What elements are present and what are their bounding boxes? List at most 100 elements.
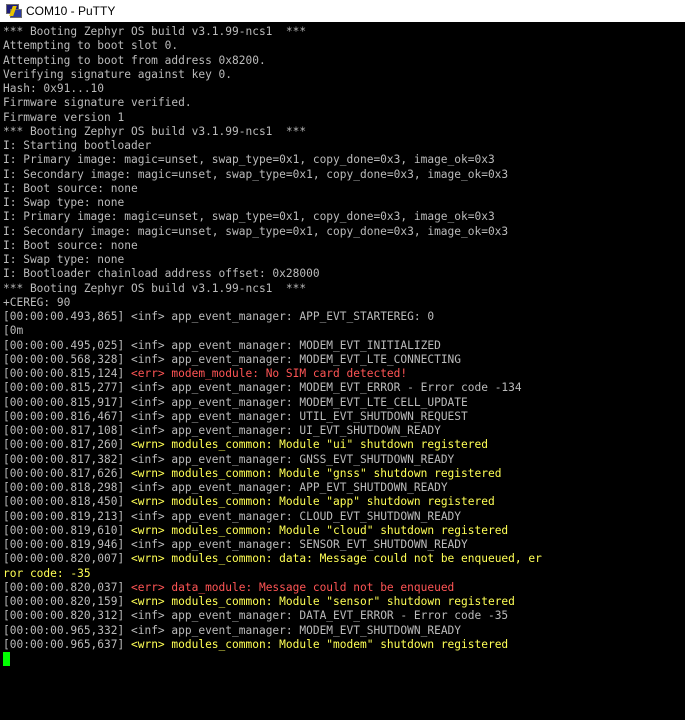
log-timestamp: [00:00:00.493,865] — [3, 310, 131, 323]
terminal-line: +CEREG: 90 — [3, 296, 70, 310]
log-timestamp: [00:00:00.815,917] — [3, 395, 131, 409]
title-bar[interactable]: COM10 - PuTTY — [0, 0, 685, 22]
terminal-line: I: Bootloader chainload address offset: … — [3, 267, 320, 281]
terminal-output[interactable]: *** Booting Zephyr OS build v3.1.99-ncs1… — [0, 22, 685, 720]
terminal-line: Verifying signature against key 0. — [3, 68, 232, 82]
putty-window: COM10 - PuTTY *** Booting Zephyr OS buil… — [0, 0, 685, 720]
log-timestamp: [00:00:00.568,328] — [3, 352, 131, 366]
log-message: *** Booting Zephyr OS build v3.1.99-ncs1… — [3, 124, 307, 138]
log-message: <inf> app_event_manager: MODEM_EVT_LTE_C… — [130, 395, 468, 409]
log-message: <wrn> modules_common: Module "cloud" shu… — [130, 523, 509, 537]
log-timestamp: [00:00:00.817,260] — [3, 438, 131, 452]
log-message: I: Boot source: none — [3, 238, 138, 252]
log-message: I: Boot source: none — [3, 181, 138, 195]
log-message: [0m — [3, 324, 24, 338]
terminal-line: [00:00:00.568,328] <inf> app_event_manag… — [3, 353, 461, 367]
log-message: <wrn> modules_common: Module "ui" shutdo… — [130, 438, 488, 452]
terminal-line: *** Booting Zephyr OS build v3.1.99-ncs1… — [3, 25, 306, 39]
terminal-line: I: Boot source: none — [3, 239, 138, 253]
terminal-line: [00:00:00.817,108] <inf> app_event_manag… — [3, 424, 441, 438]
terminal-line: [00:00:00.820,037] <err> data_module: Me… — [3, 581, 454, 595]
log-timestamp: [00:00:00.820,312] — [3, 609, 131, 623]
log-message: Verifying signature against key 0. — [3, 67, 233, 81]
log-message: <inf> app_event_manager: MODEM_EVT_LTE_C… — [130, 352, 462, 366]
terminal-line: [00:00:00.815,124] <err> modem_module: N… — [3, 367, 407, 381]
log-message: +CEREG: 90 — [3, 295, 71, 309]
terminal-line: [00:00:00.819,610] <wrn> modules_common:… — [3, 524, 508, 538]
log-message: I: Primary image: magic=unset, swap_type… — [3, 153, 495, 167]
terminal-line: *** Booting Zephyr OS build v3.1.99-ncs1… — [3, 125, 306, 139]
log-timestamp: [00:00:00.815,277] — [3, 381, 131, 395]
log-timestamp: [00:00:00.820,007] — [3, 552, 131, 566]
log-timestamp: [00:00:00.817,108] — [3, 424, 131, 437]
log-timestamp: [00:00:00.817,626] — [3, 466, 131, 480]
log-message: <inf> app_event_manager: APP_EVT_SHUTDOW… — [130, 481, 448, 494]
terminal-line: [00:00:00.817,260] <wrn> modules_common:… — [3, 438, 488, 452]
log-timestamp: [00:00:00.495,025] — [3, 338, 131, 352]
log-message: I: Starting bootloader — [3, 139, 152, 152]
log-message: *** Booting Zephyr OS build v3.1.99-ncs1… — [3, 281, 307, 295]
log-message: <wrn> modules_common: Module "gnss" shut… — [130, 466, 502, 480]
log-message: <wrn> modules_common: Module "sensor" sh… — [130, 595, 515, 608]
log-message: <wrn> modules_common: Module "app" shutd… — [130, 495, 495, 509]
log-message: ror code: -35 — [3, 566, 91, 580]
log-message: Hash: 0x91...10 — [3, 82, 105, 95]
log-message: <inf> app_event_manager: MODEM_EVT_SHUTD… — [130, 623, 462, 637]
log-message: Firmware version 1 — [3, 110, 125, 124]
putty-icon[interactable] — [5, 3, 22, 19]
log-timestamp: [00:00:00.965,637] — [3, 637, 131, 651]
log-message: I: Secondary image: magic=unset, swap_ty… — [3, 167, 509, 181]
log-message: <err> modem_module: No SIM card detected… — [130, 367, 408, 380]
log-timestamp: [00:00:00.965,332] — [3, 623, 131, 637]
terminal-line: [00:00:00.818,450] <wrn> modules_common:… — [3, 495, 495, 509]
terminal-line: [00:00:00.815,277] <inf> app_event_manag… — [3, 381, 522, 395]
terminal-line: ror code: -35 — [3, 567, 91, 581]
log-message: <inf> app_event_manager: SENSOR_EVT_SHUT… — [130, 538, 468, 551]
log-timestamp: [00:00:00.819,213] — [3, 509, 131, 523]
terminal-line: I: Primary image: magic=unset, swap_type… — [3, 210, 495, 224]
terminal-line: I: Secondary image: magic=unset, swap_ty… — [3, 168, 508, 182]
terminal-line: I: Boot source: none — [3, 182, 138, 196]
log-timestamp: [00:00:00.818,450] — [3, 495, 131, 509]
terminal-line: [00:00:00.817,382] <inf> app_event_manag… — [3, 453, 454, 467]
log-timestamp: [00:00:00.818,298] — [3, 481, 131, 494]
log-message: <inf> app_event_manager: MODEM_EVT_INITI… — [130, 338, 441, 352]
terminal-line: Attempting to boot slot 0. — [3, 39, 178, 53]
terminal-line: Firmware version 1 — [3, 111, 124, 125]
terminal-line: [00:00:00.495,025] <inf> app_event_manag… — [3, 339, 441, 353]
log-message: <inf> app_event_manager: DATA_EVT_ERROR … — [130, 609, 509, 623]
terminal-line: I: Swap type: none — [3, 196, 124, 210]
log-message: I: Primary image: magic=unset, swap_type… — [3, 210, 495, 224]
log-message: I: Secondary image: magic=unset, swap_ty… — [3, 224, 509, 238]
terminal-line: [00:00:00.820,312] <inf> app_event_manag… — [3, 609, 508, 623]
log-timestamp: [00:00:00.816,467] — [3, 409, 131, 423]
terminal-line: I: Starting bootloader — [3, 139, 151, 153]
log-message: I: Bootloader chainload address offset: … — [3, 267, 320, 281]
terminal-line: [00:00:00.817,626] <wrn> modules_common:… — [3, 467, 501, 481]
log-timestamp: [00:00:00.815,124] — [3, 367, 131, 380]
terminal-line: [00:00:00.965,637] <wrn> modules_common:… — [3, 638, 508, 652]
terminal-line: I: Secondary image: magic=unset, swap_ty… — [3, 225, 508, 239]
log-message: Attempting to boot slot 0. — [3, 39, 179, 53]
log-timestamp: [00:00:00.819,610] — [3, 523, 131, 537]
log-message: <inf> app_event_manager: CLOUD_EVT_SHUTD… — [130, 509, 462, 523]
log-message: <wrn> modules_common: Module "modem" shu… — [130, 637, 509, 651]
window-title: COM10 - PuTTY — [26, 4, 116, 18]
terminal-line: [00:00:00.815,917] <inf> app_event_manag… — [3, 396, 468, 410]
terminal-line: *** Booting Zephyr OS build v3.1.99-ncs1… — [3, 282, 306, 296]
log-message: <inf> app_event_manager: UTIL_EVT_SHUTDO… — [130, 409, 468, 423]
terminal-line: [0m — [3, 324, 23, 338]
log-message: <inf> app_event_manager: GNSS_EVT_SHUTDO… — [130, 452, 455, 466]
terminal-line: [00:00:00.820,007] <wrn> modules_common:… — [3, 552, 542, 566]
terminal-line: [00:00:00.816,467] <inf> app_event_manag… — [3, 410, 468, 424]
log-timestamp: [00:00:00.820,037] — [3, 580, 131, 594]
terminal-line: [00:00:00.965,332] <inf> app_event_manag… — [3, 624, 461, 638]
terminal-line: [00:00:00.820,159] <wrn> modules_common:… — [3, 595, 515, 609]
log-timestamp: [00:00:00.817,382] — [3, 452, 131, 466]
log-message: <inf> app_event_manager: MODEM_EVT_ERROR… — [130, 381, 522, 395]
terminal-line: Firmware signature verified. — [3, 96, 192, 110]
terminal-line: I: Primary image: magic=unset, swap_type… — [3, 153, 495, 167]
log-message: <wrn> modules_common: data: Message coul… — [130, 552, 542, 566]
terminal-line: Hash: 0x91...10 — [3, 82, 104, 96]
log-message: I: Swap type: none — [3, 253, 125, 266]
